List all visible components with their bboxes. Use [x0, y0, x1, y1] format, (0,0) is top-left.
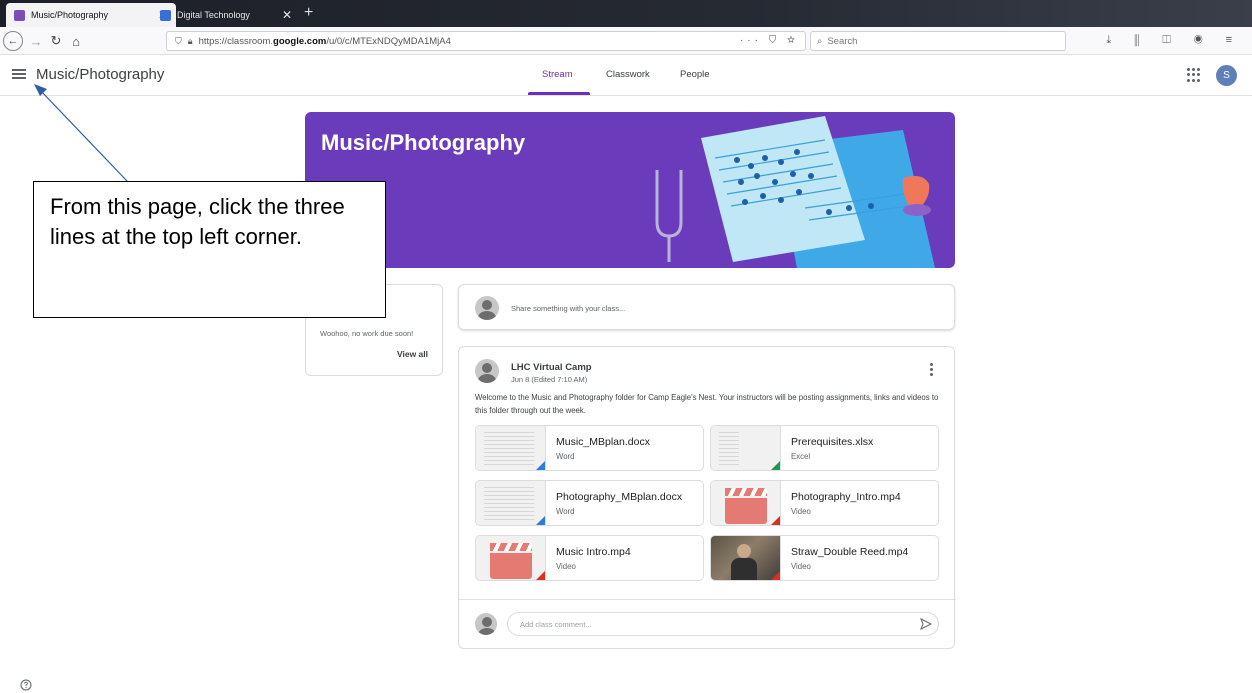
- upcoming-empty-text: Woohoo, no work due soon!: [320, 329, 414, 338]
- announcement-post: LHC Virtual Camp Jun 8 (Edited 7:10 AM) …: [458, 346, 956, 649]
- attachment-type: Video: [556, 562, 576, 571]
- search-icon: ⌕: [817, 35, 823, 47]
- browser-tab-digital-technology[interactable]: Digital Technology ✕: [152, 3, 300, 27]
- video-thumbnail: [476, 536, 546, 580]
- attachment-name: Photography_Intro.mp4: [791, 491, 901, 503]
- tab-title: Music/Photography: [31, 10, 109, 20]
- back-arrow-icon[interactable]: ←: [3, 31, 23, 51]
- google-apps-icon[interactable]: [1187, 68, 1201, 82]
- attachment-type: Video: [791, 562, 811, 571]
- video-thumbnail: [711, 481, 781, 525]
- attachment-name: Music Intro.mp4: [556, 546, 631, 558]
- attachment-name: Music_MBplan.docx: [556, 436, 650, 448]
- post-body: Welcome to the Music and Photography fol…: [475, 393, 939, 415]
- comment-row: Add class comment...: [459, 599, 956, 649]
- home-icon[interactable]: ⌂: [66, 31, 86, 51]
- add-comment-input[interactable]: Add class comment...: [507, 612, 939, 636]
- attachment-type: Word: [556, 452, 575, 461]
- classroom-header: Music/Photography Stream Classwork Peopl…: [0, 56, 1252, 96]
- spreadsheet-thumbnail: [711, 426, 781, 470]
- share-announcement-box[interactable]: Share something with your class...: [458, 284, 955, 330]
- video-icon: [534, 571, 545, 580]
- active-tab-indicator: [528, 92, 590, 95]
- reload-icon[interactable]: ↻: [46, 31, 66, 51]
- word-icon: [534, 516, 545, 525]
- toolbar-icons[interactable]: ⤓ ⫼ ◫ ◉ ≡: [1106, 34, 1242, 47]
- attachment-music-intro[interactable]: Music Intro.mp4 Video: [475, 535, 704, 581]
- music-sheet-illustration-icon: [655, 116, 935, 268]
- post-author: LHC Virtual Camp: [511, 362, 592, 373]
- clapperboard-icon: [490, 543, 532, 579]
- view-all-link[interactable]: View all: [397, 349, 428, 359]
- search-placeholder: Search: [827, 35, 858, 47]
- class-title: Music/Photography: [36, 66, 165, 83]
- send-icon[interactable]: [920, 618, 932, 630]
- attachment-type: Excel: [791, 452, 811, 461]
- attachment-photography-mbplan[interactable]: Photography_MBplan.docx Word: [475, 480, 704, 526]
- document-thumbnail: [476, 426, 546, 470]
- clapperboard-icon: [725, 488, 767, 524]
- user-avatar-icon: [475, 296, 499, 320]
- attachment-photography-intro[interactable]: Photography_Intro.mp4 Video: [710, 480, 939, 526]
- document-thumbnail: [476, 481, 546, 525]
- word-icon: [534, 461, 545, 470]
- account-avatar[interactable]: S: [1216, 65, 1237, 86]
- help-icon[interactable]: [20, 679, 32, 691]
- post-date: Jun 8 (Edited 7:10 AM): [511, 375, 588, 384]
- screenshot-root: Music/Photography ✕ Digital Technology ✕…: [0, 0, 1252, 693]
- url-actions-icons[interactable]: ··· ⛉ ☆: [740, 35, 799, 46]
- attachment-name: Straw_Double Reed.mp4: [791, 546, 909, 558]
- tab-title: Digital Technology: [177, 10, 250, 20]
- instruction-text: From this page, click the three lines at…: [50, 194, 345, 249]
- forward-arrow-icon[interactable]: →: [26, 31, 46, 51]
- comment-placeholder: Add class comment...: [520, 620, 592, 629]
- browser-tab-bar: Music/Photography ✕ Digital Technology ✕…: [0, 0, 1252, 27]
- attachment-prerequisites[interactable]: Prerequisites.xlsx Excel: [710, 425, 939, 471]
- lock-icon: 🔒︎: [187, 35, 193, 46]
- video-icon: [769, 571, 780, 580]
- video-thumbnail: [711, 536, 781, 580]
- tab-stream[interactable]: Stream: [542, 69, 573, 80]
- share-placeholder: Share something with your class...: [511, 304, 626, 313]
- author-avatar-icon: [475, 359, 499, 383]
- class-banner: Music/Photography: [305, 112, 955, 268]
- tab-classwork[interactable]: Classwork: [606, 69, 650, 80]
- browser-nav-bar: ← → ↻ ⌂ ⛉ 🔒︎ https://classroom.google.co…: [0, 27, 1252, 55]
- url-text: https://classroom.google.com/u/0/c/MTExN…: [198, 35, 451, 47]
- instruction-callout: From this page, click the three lines at…: [33, 181, 386, 318]
- attachment-type: Word: [556, 507, 575, 516]
- tab-people[interactable]: People: [680, 69, 710, 80]
- url-bar[interactable]: ⛉ 🔒︎ https://classroom.google.com/u/0/c/…: [166, 31, 806, 51]
- close-tab-icon[interactable]: ✕: [282, 8, 292, 22]
- browser-tab-music-photography[interactable]: Music/Photography ✕: [6, 3, 176, 27]
- hamburger-menu-icon[interactable]: [12, 69, 26, 79]
- attachment-type: Video: [791, 507, 811, 516]
- attachment-name: Photography_MBplan.docx: [556, 491, 683, 503]
- attachment-straw-double-reed[interactable]: Straw_Double Reed.mp4 Video: [710, 535, 939, 581]
- excel-icon: [769, 461, 780, 470]
- classroom-favicon-icon: [14, 9, 25, 21]
- more-options-icon[interactable]: [930, 363, 934, 378]
- commenter-avatar-icon: [475, 613, 497, 635]
- video-icon: [769, 516, 780, 525]
- classroom-favicon-icon: [160, 9, 171, 21]
- attachment-music-mbplan[interactable]: Music_MBplan.docx Word: [475, 425, 704, 471]
- browser-search-input[interactable]: ⌕ Search: [810, 31, 1066, 51]
- new-tab-plus-icon[interactable]: +: [304, 3, 313, 23]
- shield-icon: ⛉: [175, 35, 182, 46]
- attachment-name: Prerequisites.xlsx: [791, 436, 874, 448]
